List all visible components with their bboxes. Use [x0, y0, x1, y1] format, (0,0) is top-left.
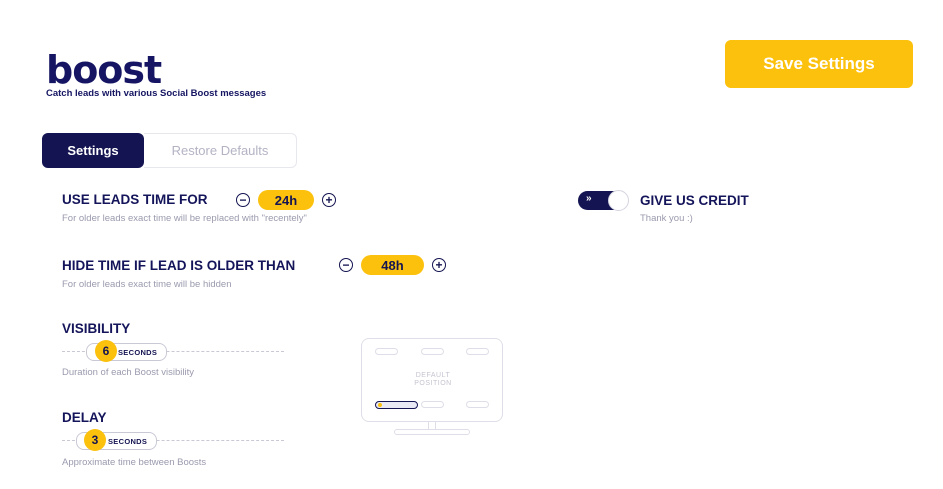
delay-slider[interactable]: SECONDS 3: [62, 429, 284, 451]
visibility-slider[interactable]: SECONDS 6: [62, 340, 284, 362]
hide-time-value: 48h: [361, 255, 424, 275]
tab-settings[interactable]: Settings: [42, 133, 144, 168]
default-position-label: DEFAULT POSITION: [414, 372, 452, 387]
brand-logo: boost Catch leads with various Social Bo…: [46, 48, 267, 99]
position-slot-bottom-left[interactable]: [375, 401, 418, 409]
position-slot-top-center[interactable]: [421, 348, 444, 355]
visibility-help: Duration of each Boost visibility: [62, 367, 195, 378]
position-slot-top-right[interactable]: [466, 348, 489, 355]
tab-restore-defaults[interactable]: Restore Defaults: [144, 133, 297, 168]
hide-time-title: HIDE TIME IF LEAD IS OLDER THAN: [62, 258, 296, 273]
leads-time-stepper: − 24h +: [236, 190, 336, 210]
logo-tagline: Catch leads with various Social Boost me…: [46, 88, 267, 99]
give-credit-title: GIVE US CREDIT: [640, 193, 749, 208]
visibility-title: VISIBILITY: [62, 321, 131, 336]
minus-icon[interactable]: −: [339, 258, 353, 272]
minus-icon[interactable]: −: [236, 193, 250, 207]
monitor-screen: DEFAULT POSITION: [361, 338, 503, 422]
hide-time-stepper: − 48h +: [339, 255, 446, 275]
delay-help: Approximate time between Boosts: [62, 457, 207, 468]
give-credit-toggle[interactable]: »: [578, 190, 629, 211]
position-slot-bottom-right[interactable]: [466, 401, 489, 408]
delay-title: DELAY: [62, 410, 107, 425]
plus-icon[interactable]: +: [432, 258, 446, 272]
visibility-value[interactable]: 6: [95, 340, 117, 362]
give-credit-help: Thank you :): [640, 213, 693, 224]
monitor-base: [394, 429, 470, 435]
logo-wordmark: boost: [46, 48, 162, 92]
position-slot-bottom-center[interactable]: [421, 401, 444, 408]
settings-tabs: Settings Restore Defaults: [42, 133, 297, 168]
toggle-knob: [608, 190, 629, 211]
save-settings-button[interactable]: Save Settings: [725, 40, 913, 88]
leads-time-help: For older leads exact time will be repla…: [62, 213, 307, 224]
position-slot-top-left[interactable]: [375, 348, 398, 355]
leads-time-value: 24h: [258, 190, 314, 210]
arrows-icon: »: [586, 193, 592, 204]
hide-time-help: For older leads exact time will be hidde…: [62, 279, 232, 290]
delay-value[interactable]: 3: [84, 429, 106, 451]
leads-time-title: USE LEADS TIME FOR: [62, 192, 208, 207]
plus-icon[interactable]: +: [322, 193, 336, 207]
